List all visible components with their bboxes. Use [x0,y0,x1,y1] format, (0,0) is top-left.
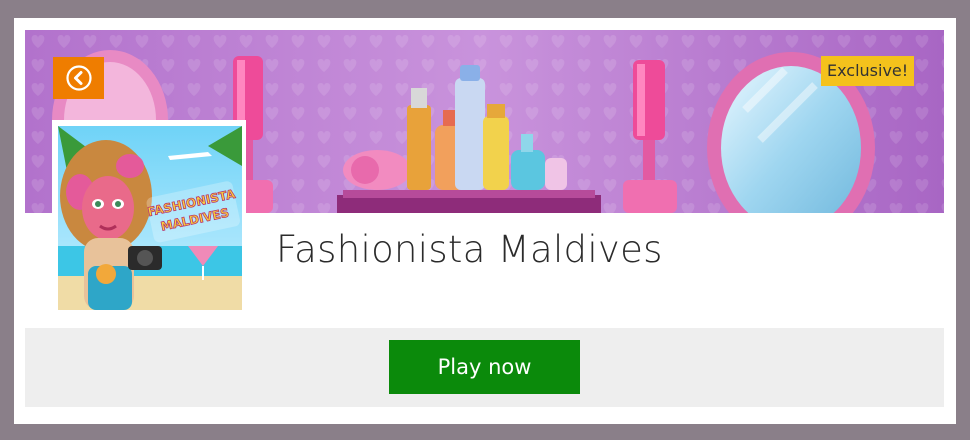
back-button[interactable] [53,57,104,99]
exclusive-badge: Exclusive! [821,56,915,86]
play-now-button[interactable]: Play now [389,340,580,394]
game-thumbnail[interactable]: FASHIONISTA MALDIVES [58,126,242,310]
game-thumbnail-frame: FASHIONISTA MALDIVES [52,120,246,312]
thumbnail-illustration: FASHIONISTA MALDIVES [58,126,242,310]
chevron-left-icon [65,65,92,91]
action-bar: Play now [25,328,944,407]
game-title: Fashionista Maldives [276,228,663,271]
game-card: Exclusive! FASHIONISTA MALDIVES Fashioni… [14,18,956,424]
